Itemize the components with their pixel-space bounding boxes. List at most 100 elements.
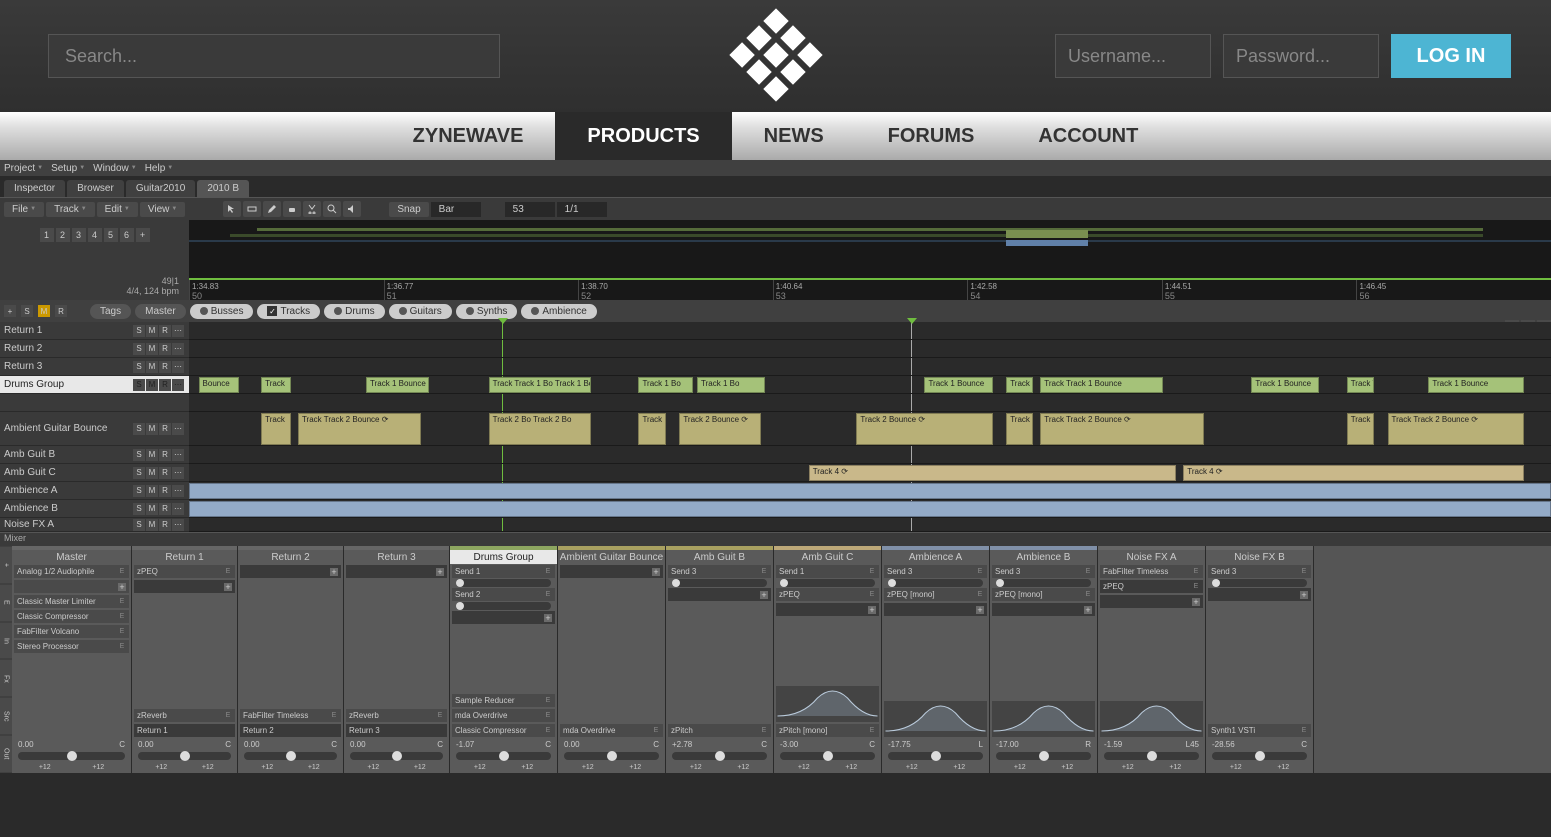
- eq-display[interactable]: [884, 701, 987, 737]
- mute-button[interactable]: M: [146, 361, 158, 373]
- snap-value[interactable]: Bar: [431, 202, 481, 217]
- record-button[interactable]: R: [159, 361, 171, 373]
- pan-slider[interactable]: [350, 752, 443, 760]
- erase-tool-icon[interactable]: [283, 201, 301, 217]
- record-button[interactable]: R: [159, 423, 171, 435]
- mixer-section-src[interactable]: Src: [0, 698, 12, 734]
- clip[interactable]: Track Track 2 Bounce ⟳: [1040, 413, 1203, 445]
- send-level[interactable]: [888, 579, 983, 587]
- clip[interactable]: Track 2 Bounce ⟳: [679, 413, 761, 445]
- clip[interactable]: Track 1 Bounce: [1428, 377, 1523, 393]
- fx-slot[interactable]: Sample ReducerE: [452, 694, 555, 707]
- track-header[interactable]: Return 2SMR⋯: [0, 340, 189, 358]
- login-button[interactable]: LOG IN: [1391, 34, 1511, 78]
- filter-ambience[interactable]: Ambience: [521, 304, 596, 319]
- output-slot[interactable]: Return 3: [346, 724, 447, 737]
- tab-guitar2010[interactable]: Guitar2010: [126, 180, 195, 197]
- track-lane[interactable]: [189, 394, 1551, 412]
- edit-menu[interactable]: Edit▼: [97, 202, 138, 217]
- nav-forums[interactable]: FORUMS: [856, 112, 1007, 160]
- track-header[interactable]: Amb Guit CSMR⋯: [0, 464, 189, 482]
- menu-setup[interactable]: Setup ▼: [51, 163, 85, 174]
- mute-button[interactable]: M: [146, 423, 158, 435]
- channel-name[interactable]: Master: [12, 550, 131, 564]
- track-header[interactable]: Ambient Guitar BounceSMR⋯: [0, 412, 189, 446]
- mixer-section-+[interactable]: +: [0, 547, 12, 583]
- mixer-section-out[interactable]: Out: [0, 736, 12, 772]
- pan-slider[interactable]: [888, 752, 983, 760]
- clip[interactable]: Track Track 1 Bounce: [1040, 377, 1163, 393]
- mute-button[interactable]: M: [146, 519, 158, 531]
- fx-slot[interactable]: zReverbE: [346, 709, 447, 722]
- page-6[interactable]: 6: [120, 228, 134, 242]
- expand-button[interactable]: ⋯: [172, 485, 184, 497]
- channel-name[interactable]: Noise FX B: [1206, 550, 1313, 564]
- solo-button[interactable]: S: [133, 519, 145, 531]
- eq-display[interactable]: [1100, 701, 1203, 737]
- snap-toggle[interactable]: Snap: [389, 202, 428, 217]
- clip[interactable]: Track: [638, 413, 665, 445]
- send-slot[interactable]: Send 3E: [884, 565, 987, 578]
- record-button[interactable]: R: [159, 519, 171, 531]
- empty-slot[interactable]: +: [884, 603, 987, 616]
- solo-button[interactable]: S: [133, 485, 145, 497]
- solo-button[interactable]: S: [133, 325, 145, 337]
- fx-slot[interactable]: Classic CompressorE: [452, 724, 555, 737]
- ruler[interactable]: 1:34.83501:36.77511:38.70521:40.64531:42…: [189, 278, 1551, 300]
- pan-slider[interactable]: [138, 752, 231, 760]
- channel-name[interactable]: Ambience B: [990, 550, 1097, 564]
- clip[interactable]: Track Track 1 Bo Track 1 Bo: [489, 377, 591, 393]
- pan-slider[interactable]: [780, 752, 875, 760]
- insert-slot[interactable]: zPEQ [mono]E: [992, 588, 1095, 601]
- clip[interactable]: Track: [1006, 377, 1033, 393]
- insert-slot[interactable]: zPEQE: [776, 588, 879, 601]
- channel-name[interactable]: Noise FX A: [1098, 550, 1205, 564]
- filter-drums[interactable]: Drums: [324, 304, 384, 319]
- empty-slot[interactable]: +: [452, 611, 555, 624]
- channel-name[interactable]: Ambience A: [882, 550, 989, 564]
- tags-button[interactable]: Tags: [90, 304, 131, 319]
- send-slot[interactable]: Send 3E: [668, 565, 771, 578]
- eq-display[interactable]: [992, 701, 1095, 737]
- pan-slider[interactable]: [18, 752, 125, 760]
- clip[interactable]: Track 4 ⟳: [1183, 465, 1524, 481]
- clip[interactable]: Track 1 Bounce: [924, 377, 992, 393]
- file-menu[interactable]: File▼: [4, 202, 44, 217]
- master-filter[interactable]: Master: [135, 304, 186, 319]
- clip[interactable]: Track: [1347, 413, 1374, 445]
- channel-name[interactable]: Return 1: [132, 550, 237, 564]
- clip[interactable]: Track 1 Bounce: [366, 377, 429, 393]
- send-level[interactable]: [456, 579, 551, 587]
- empty-slot[interactable]: +: [1208, 588, 1311, 601]
- insert-slot[interactable]: FabFilter TimelessE: [1100, 565, 1203, 578]
- mute-button[interactable]: M: [146, 485, 158, 497]
- expand-button[interactable]: ⋯: [172, 379, 184, 391]
- nav-account[interactable]: ACCOUNT: [1006, 112, 1170, 160]
- mute-button[interactable]: M: [146, 449, 158, 461]
- track-header[interactable]: Return 3SMR⋯: [0, 358, 189, 376]
- solo-button[interactable]: S: [133, 361, 145, 373]
- record-all[interactable]: R: [55, 305, 67, 317]
- tab-inspector[interactable]: Inspector: [4, 180, 65, 197]
- clip[interactable]: Track 1 Bounce: [1251, 377, 1319, 393]
- track-header[interactable]: Amb Guit BSMR⋯: [0, 446, 189, 464]
- expand-button[interactable]: ⋯: [172, 467, 184, 479]
- send-level[interactable]: [456, 602, 551, 610]
- pan-slider[interactable]: [672, 752, 767, 760]
- mute-all[interactable]: M: [38, 305, 50, 317]
- output-slot[interactable]: Return 1: [134, 724, 235, 737]
- position-field[interactable]: 53: [505, 202, 555, 217]
- clip[interactable]: [189, 501, 1551, 517]
- mute-button[interactable]: M: [146, 343, 158, 355]
- track-header[interactable]: Drums GroupSMR⋯: [0, 376, 189, 394]
- empty-slot[interactable]: +: [346, 565, 447, 578]
- empty-slot[interactable]: +: [134, 580, 235, 593]
- clip[interactable]: Track Track 2 Bounce ⟳: [1388, 413, 1524, 445]
- expand-button[interactable]: ⋯: [172, 519, 184, 531]
- record-button[interactable]: R: [159, 485, 171, 497]
- clip[interactable]: Track: [261, 377, 291, 393]
- mute-button[interactable]: M: [146, 467, 158, 479]
- nav-news[interactable]: NEWS: [732, 112, 856, 160]
- track-header[interactable]: [0, 394, 189, 412]
- menu-window[interactable]: Window ▼: [93, 163, 137, 174]
